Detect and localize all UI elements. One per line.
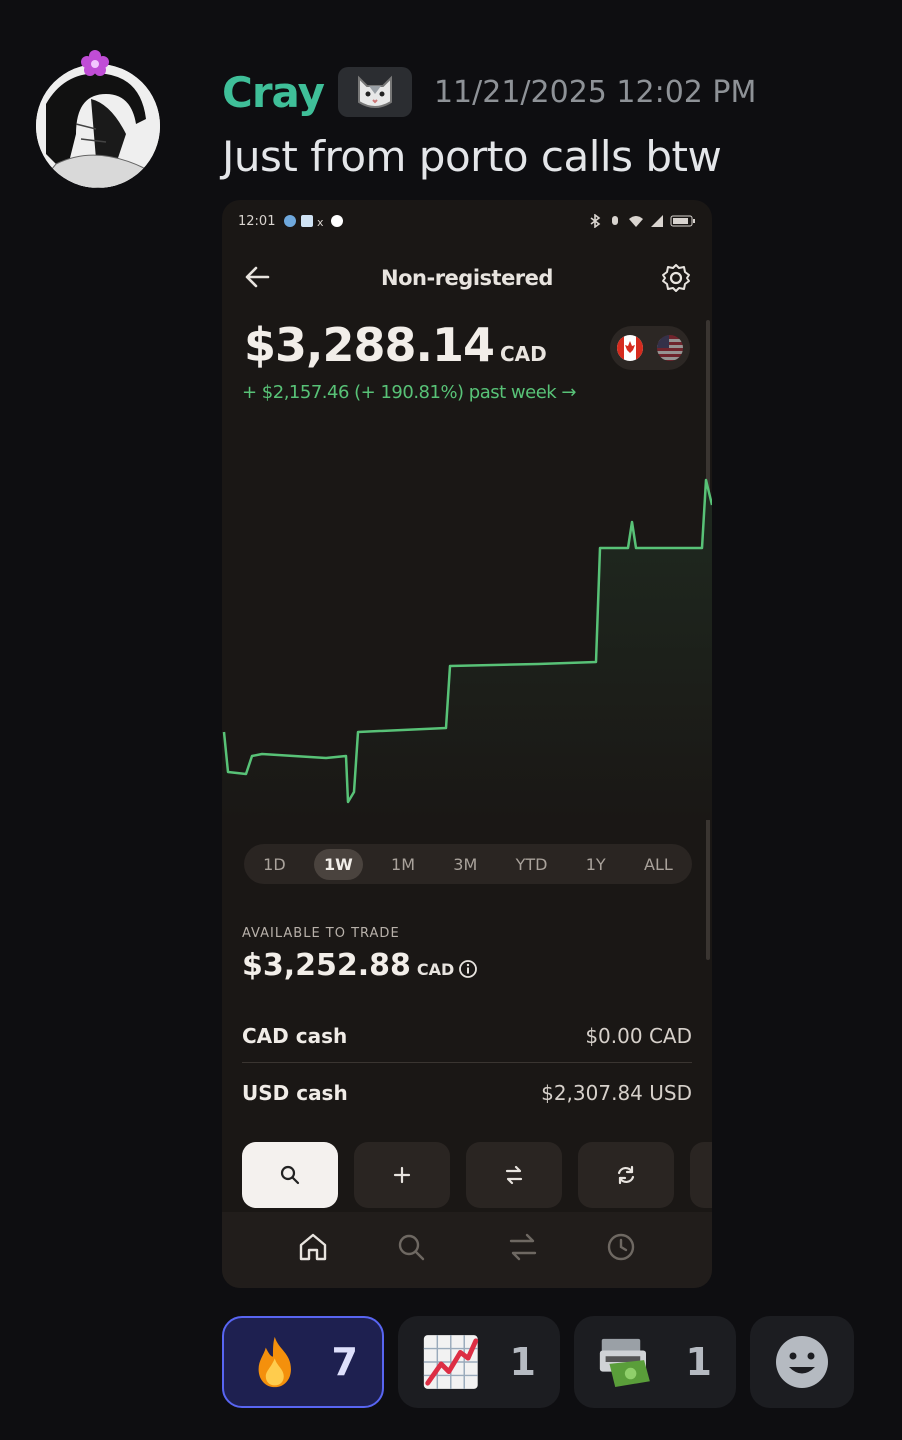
range-all[interactable]: ALL: [634, 849, 683, 880]
add-reaction-button[interactable]: [750, 1316, 854, 1408]
balance-currency: CAD: [500, 342, 547, 366]
available-amount: $3,252.88: [242, 948, 411, 983]
cad-cash-row[interactable]: CAD cash $0.00 CAD: [242, 1016, 692, 1056]
history-icon[interactable]: [604, 1230, 638, 1264]
bottom-nav: [222, 1212, 712, 1288]
refresh-icon: [617, 1165, 635, 1185]
battery-icon: [670, 215, 695, 227]
transfer-icon[interactable]: [506, 1230, 540, 1264]
range-3m[interactable]: 3M: [443, 849, 487, 880]
signal-icon: [651, 215, 663, 227]
currency-toggle[interactable]: [610, 326, 690, 370]
cash-label: CAD cash: [242, 1024, 348, 1048]
settings-gear-icon[interactable]: [660, 262, 692, 294]
reactions-bar: 7 1 1: [222, 1316, 854, 1408]
svg-text:x: x: [317, 216, 324, 227]
convert-action-button[interactable]: [578, 1142, 674, 1208]
account-balance: $3,288.14 CAD: [244, 318, 547, 372]
available-label: AVAILABLE TO TRADE: [242, 926, 400, 941]
status-time: 12:01: [238, 213, 276, 229]
status-bar: 12:01 x: [238, 210, 696, 232]
range-1y[interactable]: 1Y: [576, 849, 616, 880]
search-action-button[interactable]: [242, 1142, 338, 1208]
weekly-change[interactable]: + $2,157.46 (+ 190.81%) past week →: [242, 382, 577, 403]
range-1m[interactable]: 1M: [381, 849, 425, 880]
range-1d[interactable]: 1D: [253, 849, 296, 880]
system-icons: [588, 214, 696, 228]
smiley-icon: [776, 1336, 828, 1388]
range-ytd[interactable]: YTD: [506, 849, 558, 880]
plus-icon: [393, 1166, 411, 1184]
money-printer-icon: [599, 1338, 650, 1388]
search-icon: [280, 1165, 300, 1185]
transfer-action-button[interactable]: [466, 1142, 562, 1208]
quick-actions: [242, 1142, 712, 1208]
reaction-money-printer[interactable]: 1: [574, 1316, 736, 1408]
chart-increasing-icon: [423, 1335, 479, 1389]
mute-icon: [612, 216, 618, 225]
reaction-count: 1: [509, 1340, 536, 1384]
search-icon[interactable]: [394, 1230, 428, 1264]
screenshot-attachment[interactable]: 12:01 x Non-registered $3,288.14 CAD + $…: [222, 200, 712, 1288]
username[interactable]: Cray: [222, 68, 325, 117]
cash-value: $2,307.84 USD: [541, 1081, 692, 1105]
chart-area: [222, 480, 712, 820]
reaction-count: 1: [685, 1340, 712, 1384]
info-icon[interactable]: [458, 959, 478, 979]
reaction-chart[interactable]: 1: [398, 1316, 560, 1408]
more-action-button[interactable]: [690, 1142, 712, 1208]
add-action-button[interactable]: [354, 1142, 450, 1208]
message-header: Cray 11/21/2025 12:02 PM: [222, 62, 756, 122]
user-avatar[interactable]: [36, 64, 160, 188]
us-flag-icon[interactable]: [657, 335, 683, 361]
available-balance: $3,252.88 CAD: [242, 948, 478, 983]
range-1w[interactable]: 1W: [313, 848, 363, 880]
reaction-fire[interactable]: 7: [222, 1316, 384, 1408]
time-range-selector: 1D 1W 1M 3M YTD 1Y ALL: [244, 844, 692, 884]
canada-flag-icon[interactable]: [617, 335, 643, 361]
transfer-icon: [505, 1165, 523, 1185]
cat-badge-icon[interactable]: [337, 67, 412, 117]
cash-value: $0.00 CAD: [585, 1024, 692, 1048]
fire-icon: [258, 1336, 291, 1388]
usd-cash-row[interactable]: USD cash $2,307.84 USD: [242, 1073, 692, 1113]
divider: [242, 1062, 692, 1063]
home-icon[interactable]: [296, 1230, 330, 1264]
notification-icons: x: [283, 214, 344, 228]
message-text: Just from porto calls btw: [222, 132, 722, 181]
cash-label: USD cash: [242, 1081, 348, 1105]
account-title: Non-registered: [381, 266, 553, 290]
performance-chart[interactable]: [222, 470, 712, 820]
message-timestamp[interactable]: 11/21/2025 12:02 PM: [434, 75, 756, 110]
available-currency: CAD: [416, 960, 455, 979]
bluetooth-icon: [590, 214, 601, 228]
wifi-icon: [629, 216, 643, 227]
balance-amount: $3,288.14: [244, 318, 495, 372]
reaction-count: 7: [331, 1340, 358, 1384]
flower-decoration-icon: [78, 48, 112, 82]
